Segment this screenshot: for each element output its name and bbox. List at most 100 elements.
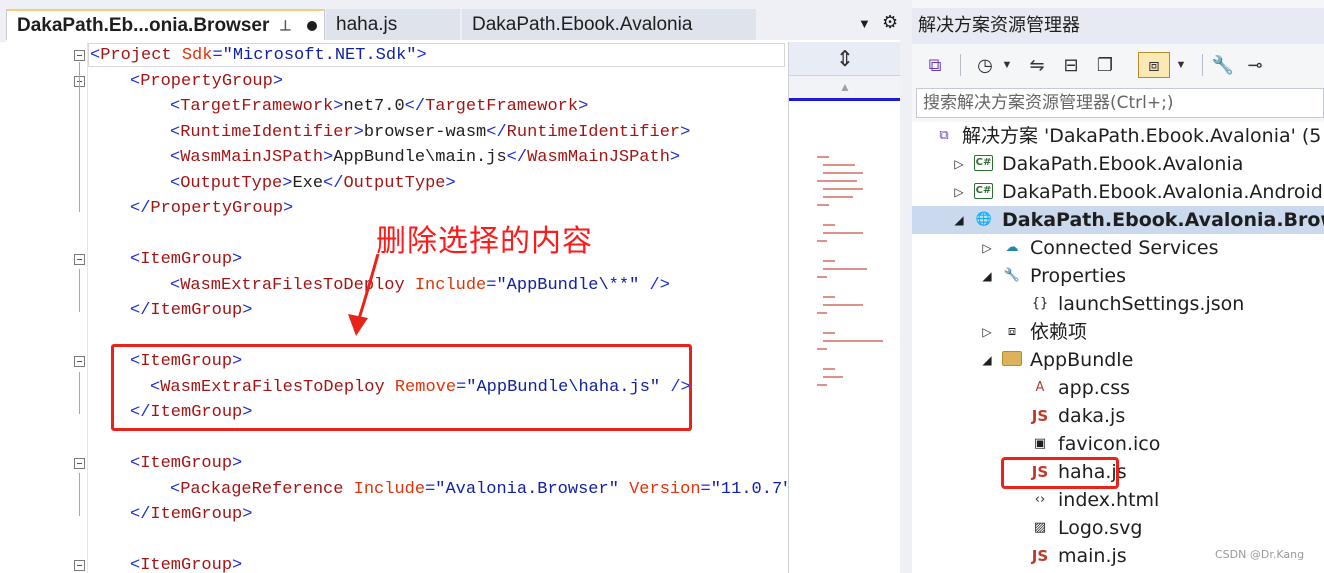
tree-node[interactable]: ⧉ 解决方案 'DakaPath.Ebook.Avalonia' (5 个项	[912, 122, 1324, 150]
tree-node[interactable]: {} launchSettings.json	[912, 290, 1324, 318]
tree-node[interactable]: ▣ favicon.ico	[912, 430, 1324, 458]
tab-haha-js[interactable]: haha.js	[326, 9, 460, 40]
code-token: >	[680, 122, 691, 142]
tab-avalonia[interactable]: DakaPath.Ebook.Avalonia	[462, 9, 756, 40]
code-token: >	[445, 173, 456, 193]
sync-icon[interactable]: ⇋	[1024, 52, 1050, 78]
tree-node[interactable]: ▷ C# DakaPath.Ebook.Avalonia.Android	[912, 178, 1324, 206]
code-token: >	[232, 454, 243, 473]
tree-node[interactable]: Aapp.css	[912, 374, 1324, 402]
vs-switch-view-icon[interactable]: ⧉	[922, 52, 948, 78]
pin-icon[interactable]: ⊣	[277, 19, 294, 31]
expand-arrow-icon[interactable]: ▷	[952, 150, 966, 178]
tree-node[interactable]: ◢ 🔧 Properties	[912, 262, 1324, 290]
solution-search-input[interactable]: 搜索解决方案资源管理器(Ctrl+;)	[916, 88, 1324, 118]
code-token: Include	[414, 275, 487, 295]
copy-icon[interactable]: ❐	[1092, 52, 1118, 78]
minimap[interactable]	[789, 98, 901, 573]
collapse-arrow-icon[interactable]: ◢	[980, 346, 994, 374]
tree-node[interactable]: ▷ ⧈ 依赖项	[912, 318, 1324, 346]
tree-node[interactable]: ▷ ☁ Connected Services	[912, 234, 1324, 262]
tree-node[interactable]: ▨ Logo.svg	[912, 514, 1324, 542]
chevron-down-icon[interactable]: ▼	[1000, 52, 1014, 78]
collapse-arrow-icon[interactable]: ◢	[952, 206, 966, 234]
code-line[interactable]	[0, 528, 788, 553]
scroll-up-icon[interactable]: ▲	[789, 76, 901, 98]
code-token: OutputType	[343, 173, 446, 193]
code-token: Include	[353, 479, 426, 499]
tree-node[interactable]: ▷ C# DakaPath.Ebook.Avalonia	[912, 150, 1324, 178]
json-file-icon: {}	[1031, 296, 1049, 311]
minimap-mark	[823, 332, 835, 334]
code-line[interactable]: </ItemGroup>	[0, 502, 788, 527]
code-token: >	[353, 122, 364, 142]
code-line[interactable]: <WasmMainJSPath>AppBundle\main.js</WasmM…	[0, 145, 788, 170]
code-token: OutputType	[180, 173, 283, 193]
fold-toggle-icon[interactable]	[74, 356, 85, 367]
code-token: <	[170, 173, 181, 193]
tab-browser-csproj[interactable]: DakaPath.Eb...onia.Browser ⊣	[6, 9, 325, 40]
fold-toggle-icon[interactable]	[74, 50, 85, 61]
code-line[interactable]: <OutputType>Exe</OutputType>	[0, 171, 788, 196]
wrench-icon[interactable]: 🔧	[1210, 52, 1236, 78]
chevron-down-icon[interactable]: ▼	[1174, 52, 1188, 78]
minimap-mark	[823, 268, 867, 270]
code-text: <TargetFramework>net7.0</TargetFramework…	[170, 94, 588, 119]
code-line[interactable]: <PackageReference Include="Avalonia.Brow…	[0, 477, 788, 502]
solution-explorer-title: 解决方案资源管理器	[912, 8, 1324, 44]
tree-node[interactable]: JS daka.js	[912, 402, 1324, 430]
fold-toggle-icon[interactable]	[74, 458, 85, 469]
code-token: </	[404, 97, 426, 116]
minimap-mark	[823, 188, 863, 190]
code-token: />	[649, 275, 670, 295]
code-token: WasmMainJSPath	[527, 148, 670, 167]
minimap-mark	[817, 384, 827, 386]
code-line[interactable]: <Project Sdk="Microsoft.NET.Sdk">	[0, 43, 788, 68]
fold-toggle-icon[interactable]	[74, 254, 85, 265]
pin-icon[interactable]: ⊸	[1242, 52, 1268, 78]
tree-view-icon[interactable]: ⧈	[1138, 52, 1170, 78]
code-token: =	[486, 275, 497, 295]
code-text: <PropertyGroup>	[130, 69, 283, 94]
tree-node[interactable]: ◢ AppBundle	[912, 346, 1324, 374]
js-file-icon: JS	[1031, 547, 1049, 565]
toolbar-separator	[1202, 54, 1203, 76]
code-token: <	[130, 71, 141, 91]
code-line[interactable]: <TargetFramework>net7.0</TargetFramework…	[0, 94, 788, 119]
collapse-arrow-icon[interactable]: ◢	[980, 262, 994, 290]
collapse-all-icon[interactable]: ⊟	[1058, 52, 1084, 78]
splitter[interactable]	[900, 0, 912, 573]
chevron-down-icon[interactable]: ▼	[858, 16, 871, 31]
code-token: TargetFramework	[180, 97, 334, 116]
expand-arrow-icon[interactable]: ▷	[980, 234, 994, 262]
code-line[interactable]: <ItemGroup>	[0, 451, 788, 476]
split-editor-icon[interactable]: ⇕	[789, 42, 901, 76]
editor-scrollbar[interactable]: ⇕ ▲	[788, 42, 901, 573]
code-text: <Project Sdk="Microsoft.NET.Sdk">	[90, 43, 427, 68]
gear-icon[interactable]: ⚙	[882, 12, 898, 33]
html-file-icon: ‹›	[1034, 492, 1046, 507]
code-line[interactable]: <RuntimeIdentifier>browser-wasm</Runtime…	[0, 120, 788, 145]
expand-arrow-icon[interactable]: ▷	[980, 318, 994, 346]
dependencies-icon: ⧈	[1007, 324, 1017, 339]
minimap-mark	[823, 224, 835, 226]
code-text: </ItemGroup>	[130, 502, 252, 527]
folder-icon	[1002, 351, 1022, 366]
fold-guide	[79, 62, 80, 212]
modified-dot-icon[interactable]	[307, 20, 318, 31]
minimap-mark	[817, 276, 827, 278]
tree-node[interactable]: ‹› index.html	[912, 486, 1324, 514]
tree-node-label: DakaPath.Ebook.Avalonia.Android	[1002, 181, 1323, 203]
expand-arrow-icon[interactable]: ▷	[952, 178, 966, 206]
code-line[interactable]: <PropertyGroup>	[0, 69, 788, 94]
code-token: <	[170, 122, 181, 142]
fold-toggle-icon[interactable]	[74, 560, 85, 571]
tree-node[interactable]: ◢ 🌐 DakaPath.Ebook.Avalonia.Browser	[912, 206, 1324, 234]
code-editor[interactable]: <Project Sdk="Microsoft.NET.Sdk"> <Proper…	[0, 42, 788, 573]
tree-node-label: daka.js	[1058, 405, 1126, 427]
code-token: ItemGroup	[140, 556, 233, 573]
history-icon[interactable]: ◷	[972, 52, 998, 78]
code-line[interactable]: <ItemGroup>	[0, 553, 788, 573]
